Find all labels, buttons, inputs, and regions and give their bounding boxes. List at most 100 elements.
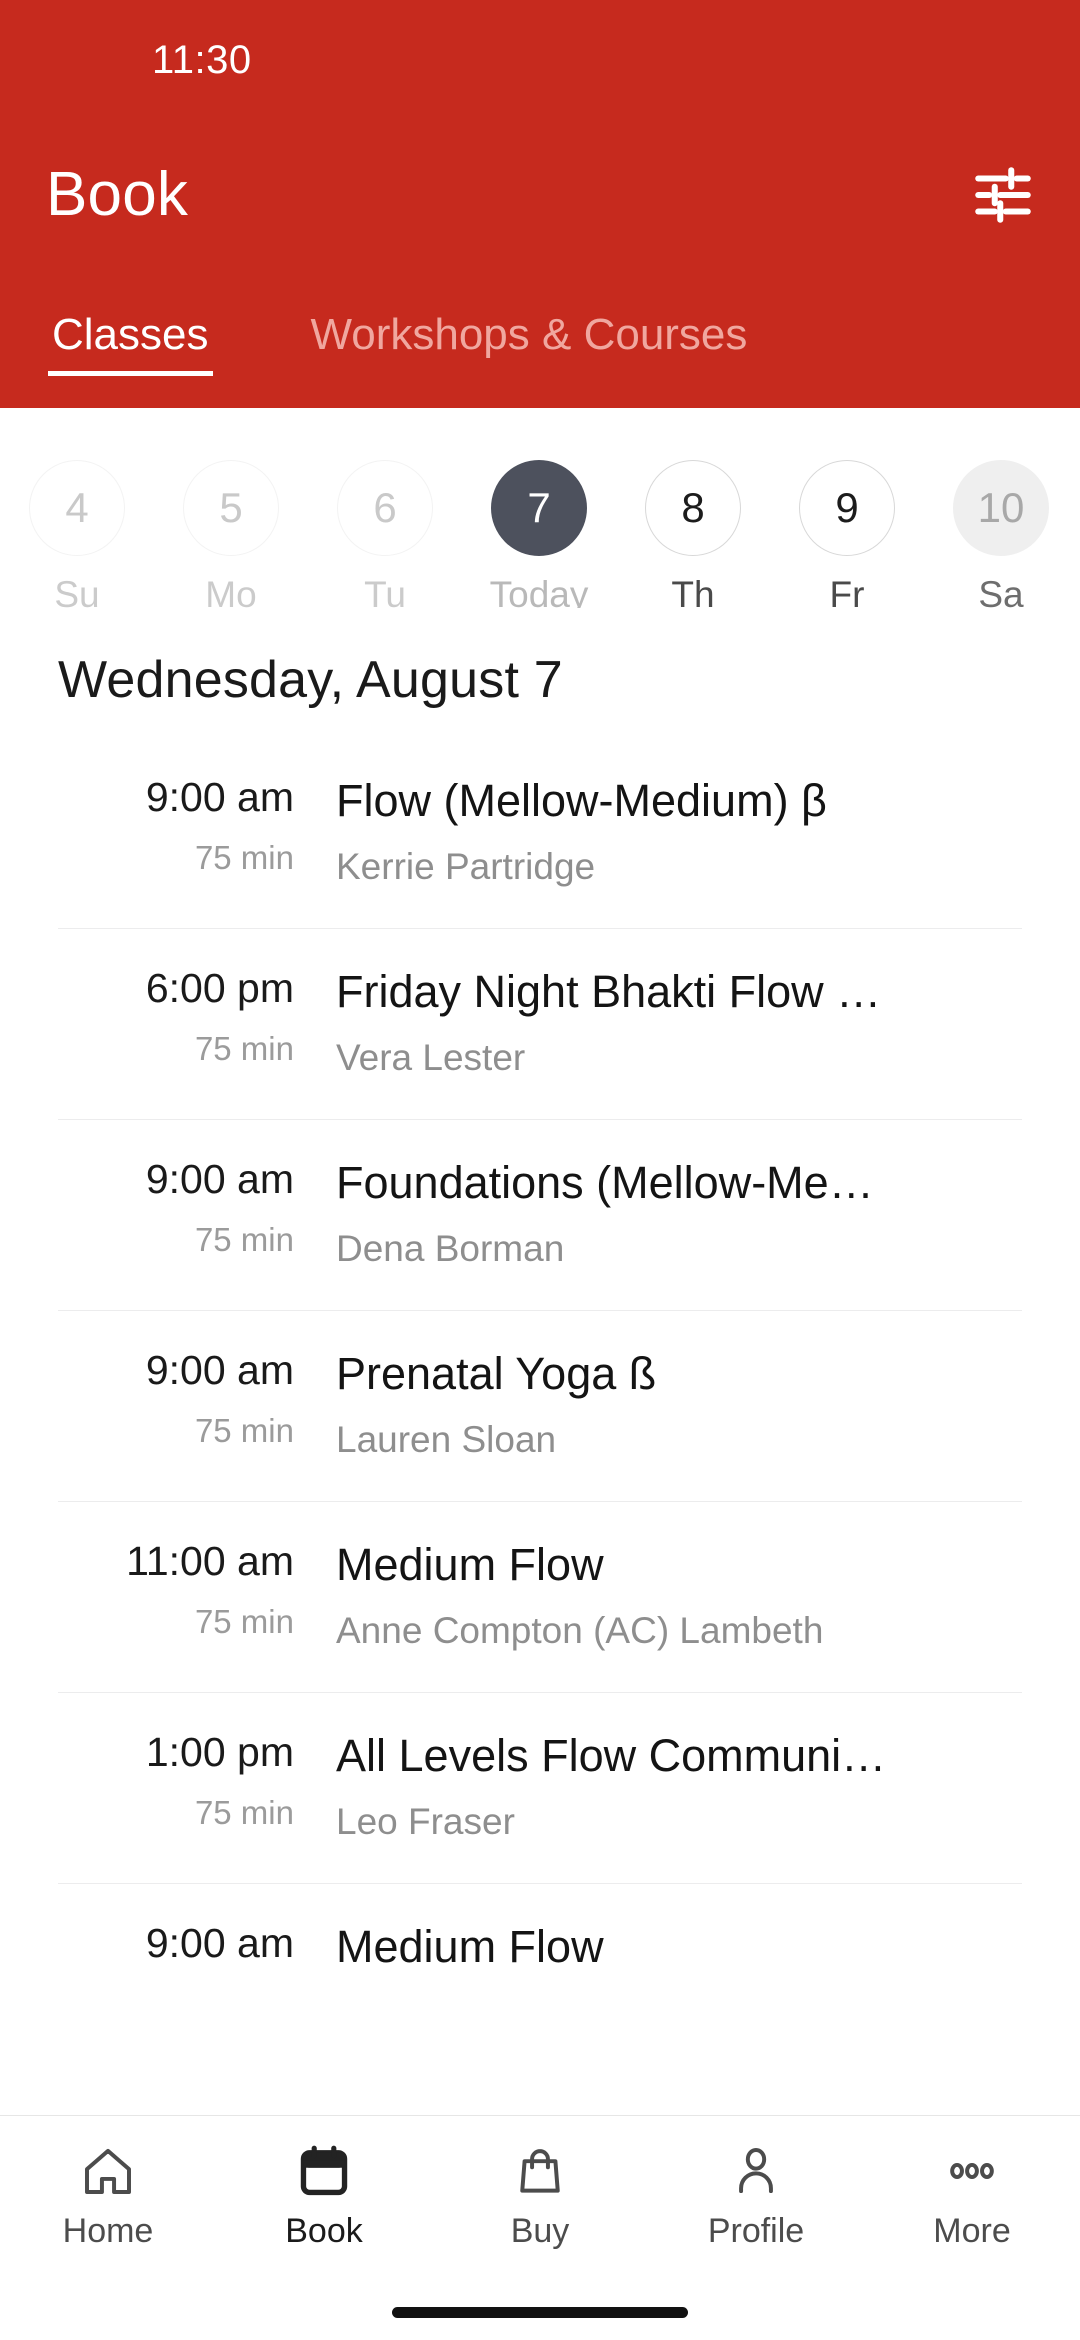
class-time: 9:00 am: [145, 1920, 294, 1966]
class-row[interactable]: 9:00 am 75 min Prenatal Yoga ß Lauren Sl…: [58, 1311, 1022, 1502]
class-teacher: Leo Fraser: [336, 1801, 515, 1842]
bottom-navigation: Home Book Buy Profile More: [0, 2115, 1080, 2340]
app-screen: 11:30 Book Classes Workshops & Courses 4…: [0, 0, 1080, 2340]
class-time-column: 9:00 am: [58, 1918, 336, 1969]
class-time: 11:00 am: [126, 1538, 294, 1584]
date-chip-4-number: 4: [29, 460, 125, 556]
class-duration: 75 min: [194, 1603, 294, 1641]
tab-workshops-courses[interactable]: Workshops & Courses: [289, 310, 770, 390]
class-info: All Levels Flow Communi… Leo Fraser: [336, 1727, 1022, 1843]
app-header: 11:30 Book Classes Workshops & Courses: [0, 0, 1080, 408]
tab-workshops-courses-label: Workshops & Courses: [310, 310, 748, 359]
date-chip-9-number: 9: [799, 460, 895, 556]
date-chip-8[interactable]: 8 Th: [616, 460, 770, 608]
class-list[interactable]: 9:00 am 75 min Flow (Mellow-Medium) β Ke…: [0, 710, 1080, 1974]
date-chip-10-number: 10: [953, 460, 1049, 556]
more-dots-icon: [943, 2142, 1001, 2200]
home-icon: [79, 2142, 137, 2200]
date-chip-10-label: Sa: [978, 574, 1024, 608]
class-name: Friday Night Bhakti Flow …: [336, 966, 882, 1017]
class-name: All Levels Flow Communi…: [336, 1730, 887, 1781]
class-row[interactable]: 11:00 am 75 min Medium Flow Anne Compton…: [58, 1502, 1022, 1693]
nav-item-more[interactable]: More: [864, 2142, 1080, 2251]
class-duration: 75 min: [194, 839, 294, 877]
nav-item-profile[interactable]: Profile: [648, 2142, 864, 2251]
nav-item-book[interactable]: Book: [216, 2142, 432, 2251]
class-time: 6:00 pm: [145, 965, 294, 1011]
class-time: 9:00 am: [145, 1347, 294, 1393]
class-time-column: 1:00 pm 75 min: [58, 1727, 336, 1832]
date-chip-5-number: 5: [183, 460, 279, 556]
date-chip-10[interactable]: 10 Sa: [924, 460, 1078, 608]
status-bar: 11:30: [0, 0, 1080, 120]
class-name: Foundations (Mellow-Me…: [336, 1157, 874, 1208]
date-chip-8-number: 8: [645, 460, 741, 556]
class-teacher: Dena Borman: [336, 1228, 565, 1269]
class-info: Prenatal Yoga ß Lauren Sloan: [336, 1345, 1022, 1461]
class-teacher: Anne Compton (AC) Lambeth: [336, 1610, 824, 1651]
nav-item-buy-label: Buy: [510, 2212, 570, 2250]
class-name: Medium Flow: [336, 1921, 604, 1972]
class-duration: 75 min: [194, 1221, 294, 1259]
class-teacher: Vera Lester: [336, 1037, 526, 1078]
person-icon: [727, 2142, 785, 2200]
filter-icon[interactable]: [970, 162, 1036, 228]
date-chip-5[interactable]: 5 Mo: [154, 460, 308, 608]
class-info: Medium Flow Anne Compton (AC) Lambeth: [336, 1536, 1022, 1652]
date-chip-4[interactable]: 4 Su: [0, 460, 154, 608]
class-info: Flow (Mellow-Medium) β Kerrie Partridge: [336, 772, 1022, 888]
tab-classes[interactable]: Classes: [30, 310, 231, 390]
class-name: Medium Flow: [336, 1539, 604, 1590]
status-bar-clock: 11:30: [152, 37, 252, 82]
date-chip-9[interactable]: 9 Fr: [770, 460, 924, 608]
class-name: Flow (Mellow-Medium) β: [336, 775, 827, 826]
class-time-column: 6:00 pm 75 min: [58, 963, 336, 1068]
date-chip-6-label: Tu: [364, 574, 406, 608]
class-info: Foundations (Mellow-Me… Dena Borman: [336, 1154, 1022, 1270]
schedule-date-heading: Wednesday, August 7: [58, 651, 563, 709]
class-name: Prenatal Yoga ß: [336, 1348, 657, 1399]
class-row[interactable]: 9:00 am 75 min Foundations (Mellow-Me… D…: [58, 1120, 1022, 1311]
class-row[interactable]: 9:00 am 75 min Flow (Mellow-Medium) β Ke…: [58, 738, 1022, 929]
nav-item-home[interactable]: Home: [0, 2142, 216, 2251]
page-title: Book: [46, 160, 189, 229]
class-duration: 75 min: [194, 1412, 294, 1450]
nav-item-profile-label: Profile: [707, 2212, 805, 2250]
class-time: 1:00 pm: [145, 1729, 294, 1775]
class-info: Friday Night Bhakti Flow … Vera Lester: [336, 963, 1022, 1079]
date-chip-7-label: Today: [489, 574, 589, 608]
date-chip-4-label: Su: [54, 574, 100, 608]
date-chip-9-label: Fr: [829, 574, 865, 608]
class-teacher: Lauren Sloan: [336, 1419, 557, 1460]
shopping-bag-icon: [511, 2142, 569, 2200]
nav-item-buy[interactable]: Buy: [432, 2142, 648, 2251]
class-row[interactable]: 9:00 am Medium Flow: [58, 1884, 1022, 1974]
class-time-column: 9:00 am 75 min: [58, 772, 336, 877]
date-chip-7-number: 7: [491, 460, 587, 556]
class-duration: 75 min: [194, 1794, 294, 1832]
class-time: 9:00 am: [145, 774, 294, 820]
date-chip-5-label: Mo: [205, 574, 257, 608]
class-time-column: 9:00 am 75 min: [58, 1154, 336, 1259]
class-info: Medium Flow: [336, 1918, 1022, 1974]
title-bar: Book: [0, 120, 1080, 270]
date-chip-6-number: 6: [337, 460, 433, 556]
class-duration: 75 min: [194, 1030, 294, 1068]
nav-item-book-label: Book: [285, 2212, 363, 2250]
tab-classes-label: Classes: [52, 310, 209, 359]
date-chip-7-selected[interactable]: 7 Today: [462, 460, 616, 608]
date-chip-6[interactable]: 6 Tu: [308, 460, 462, 608]
class-row[interactable]: 1:00 pm 75 min All Levels Flow Communi… …: [58, 1693, 1022, 1884]
date-strip[interactable]: 4 Su 5 Mo 6 Tu 7 Today 8 Th 9 Fr 10 Sa: [0, 408, 1080, 608]
nav-item-home-label: Home: [62, 2212, 154, 2250]
class-time-column: 9:00 am 75 min: [58, 1345, 336, 1450]
date-chip-8-label: Th: [671, 574, 715, 608]
class-time-column: 11:00 am 75 min: [58, 1536, 336, 1641]
class-time: 9:00 am: [145, 1156, 294, 1202]
class-row[interactable]: 6:00 pm 75 min Friday Night Bhakti Flow …: [58, 929, 1022, 1120]
header-tabs: Classes Workshops & Courses: [0, 270, 1080, 390]
calendar-icon: [295, 2142, 353, 2200]
nav-item-more-label: More: [933, 2212, 1011, 2250]
home-indicator: [392, 2307, 688, 2318]
class-teacher: Kerrie Partridge: [336, 846, 596, 887]
